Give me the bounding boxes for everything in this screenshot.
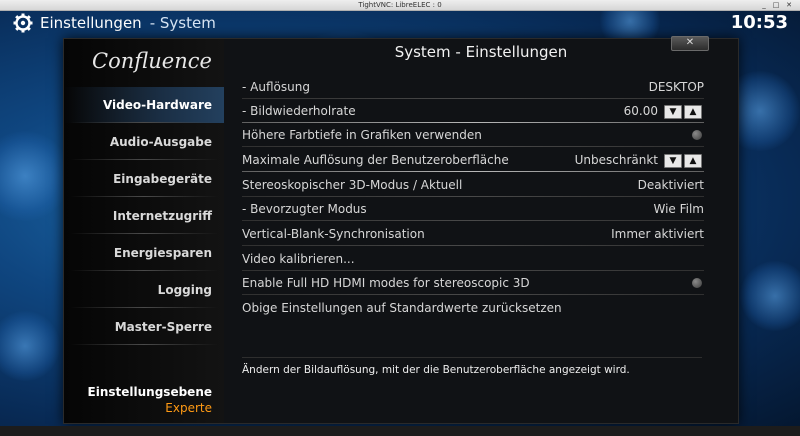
setting-value: Deaktiviert [637,178,704,192]
sidebar-item-label: Energiesparen [113,246,212,260]
sidebar-item-master-sperre[interactable]: Master-Sperre [64,309,224,345]
sidebar-item-label: Logging [157,283,212,297]
sidebar-item-energiesparen[interactable]: Energiesparen [64,235,224,271]
setting-label: Obige Einstellungen auf Standardwerte zu… [242,301,562,315]
setting-full-hd-hdmi-3d[interactable]: Enable Full HD HDMI modes for stereoscop… [242,271,704,295]
sidebar-item-eingabegeraete[interactable]: Eingabegeräte [64,161,224,197]
setting-hoehere-farbtiefe[interactable]: Höhere Farbtiefe in Grafiken verwenden [242,123,704,147]
sidebar-item-logging[interactable]: Logging [64,272,224,308]
sidebar-item-label: Eingabegeräte [113,172,212,186]
sidebar-item-video-hardware[interactable]: Video-Hardware [64,87,224,123]
setting-label: Enable Full HD HDMI modes for stereoscop… [242,276,530,290]
setting-video-kalibrieren[interactable]: Video kalibrieren... [242,247,704,271]
confluence-logo: Confluence [92,49,212,73]
settings-panel: Confluence Video-Hardware Audio-Ausgabe … [63,36,739,424]
spinner-up-icon[interactable]: ▲ [684,154,702,168]
setting-value: Immer aktiviert [611,227,704,241]
setting-label: Vertical-Blank-Synchronisation [242,227,425,241]
settings-list-area: System - Einstellungen ✕ - Auflösung DES… [224,36,738,423]
setting-max-aufloesung-oberflaeche[interactable]: Maximale Auflösung der Benutzeroberfläch… [242,148,704,172]
sidebar-item-label: Audio-Ausgabe [109,135,212,149]
setting-reset-defaults[interactable]: Obige Einstellungen auf Standardwerte zu… [242,296,704,320]
settings-level-value: Experte [165,401,212,415]
header-subtitle: - System [149,14,216,32]
spinner-down-icon[interactable]: ▼ [664,154,682,168]
setting-stereoskopischer-3d-modus[interactable]: Stereoskopischer 3D-Modus / Aktuell Deak… [242,173,704,197]
header-title-text: Einstellungen [40,14,142,32]
setting-label: Stereoskopischer 3D-Modus / Aktuell [242,178,463,192]
dialog-title: System - Einstellungen [394,43,568,61]
spinner-down-icon[interactable]: ▼ [664,105,682,119]
toggle-off-icon[interactable] [692,278,702,288]
setting-label: Höhere Farbtiefe in Grafiken verwenden [242,128,482,142]
setting-value: 60.00 [623,104,658,118]
gear-icon[interactable] [13,13,33,33]
setting-value: Unbeschränkt [574,153,658,167]
clock: 10:53 [730,12,788,33]
close-button[interactable]: ✕ [671,36,709,51]
bottom-bar [0,426,800,436]
spinner-up-icon[interactable]: ▲ [684,105,702,119]
sidebar-item-label: Master-Sperre [114,320,212,334]
setting-label: - Bevorzugter Modus [242,202,367,216]
maximize-button[interactable]: □ [772,1,780,9]
description-divider [242,357,702,358]
sidebar-item-audio-ausgabe[interactable]: Audio-Ausgabe [64,124,224,160]
setting-label: - Bildwiederholrate [242,104,356,118]
sidebar: Confluence Video-Hardware Audio-Ausgabe … [64,39,224,423]
setting-aufloesung[interactable]: - Auflösung DESKTOP [242,75,704,99]
toggle-off-icon[interactable] [692,130,702,140]
setting-bildwiederholrate[interactable]: - Bildwiederholrate 60.00 ▼ ▲ [242,99,704,123]
setting-bevorzugter-modus[interactable]: - Bevorzugter Modus Wie Film [242,197,704,221]
sidebar-item-label: Internetzugriff [112,209,212,223]
setting-description: Ändern der Bildauflösung, mit der die Be… [242,364,630,376]
minimize-button[interactable]: _ [760,1,768,9]
setting-label: - Auflösung [242,80,310,94]
window-title: TightVNC: LibreELEC : 0 [358,1,442,9]
settings-level-button[interactable]: Einstellungsebene [88,385,212,399]
setting-vertical-blank-sync[interactable]: Vertical-Blank-Synchronisation Immer akt… [242,222,704,246]
sidebar-item-internetzugriff[interactable]: Internetzugriff [64,198,224,234]
close-window-button[interactable]: ✕ [785,1,793,9]
header-title: Einstellungen - System [40,13,216,33]
setting-label: Video kalibrieren... [242,252,355,266]
vnc-titlebar: TightVNC: LibreELEC : 0 _ □ ✕ [0,0,800,11]
sidebar-item-label: Video-Hardware [102,98,212,112]
setting-label: Maximale Auflösung der Benutzeroberfläch… [242,153,509,167]
setting-value: Wie Film [653,202,704,216]
setting-value: DESKTOP [648,80,704,94]
